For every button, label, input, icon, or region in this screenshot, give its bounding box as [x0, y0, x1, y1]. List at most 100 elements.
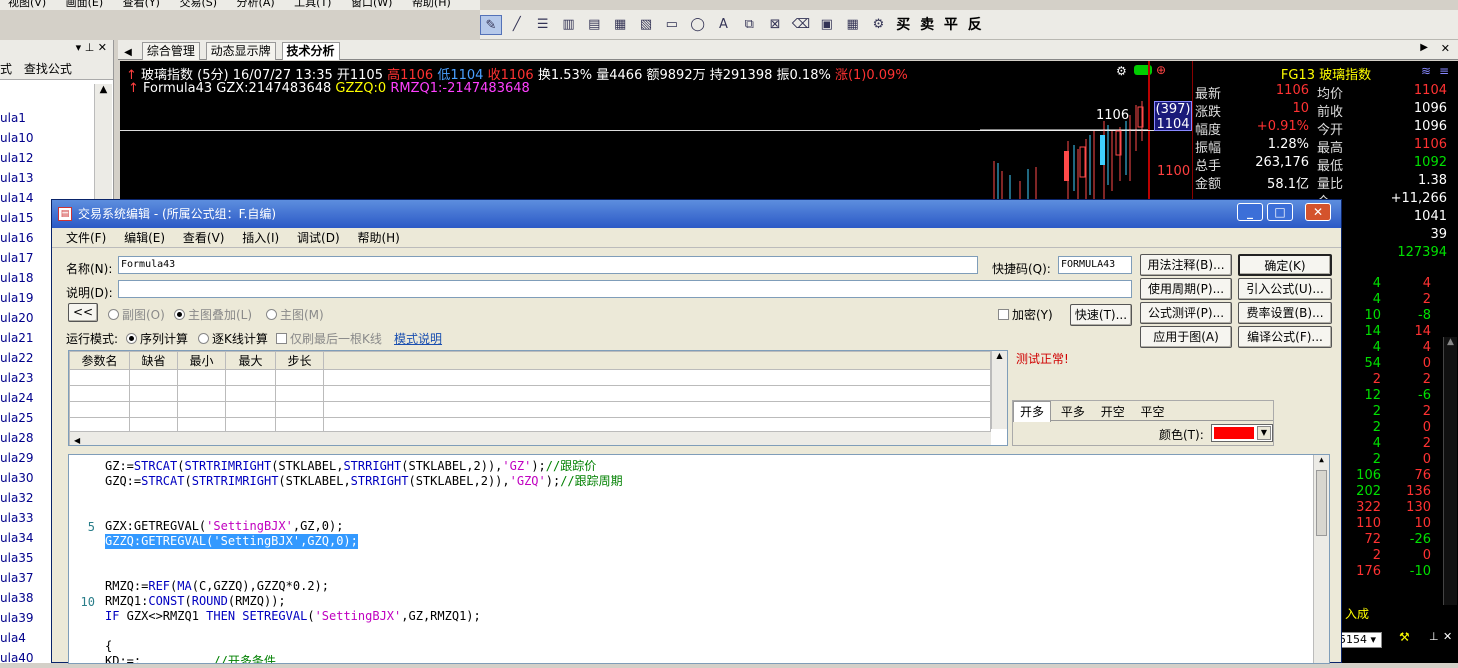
compile-formula-button[interactable]: 编译公式(F)... [1238, 326, 1332, 348]
fee-settings-button[interactable]: 费率设置(B)... [1238, 302, 1332, 324]
grid-vscroll[interactable]: ▲ [991, 351, 1007, 429]
tab-find-formula[interactable]: 查找公式 [24, 62, 72, 76]
param-row[interactable] [69, 401, 991, 418]
maximize-icon[interactable]: □ [1267, 203, 1293, 221]
pin-small-icon[interactable]: ⊥ [1429, 630, 1439, 643]
chart-tool-icon[interactable]: ⊕ [1156, 63, 1166, 77]
import-formula-button[interactable]: 引入公式(U)... [1238, 278, 1332, 300]
ok-button[interactable]: 确定(K) [1238, 254, 1332, 276]
tab-open-short[interactable]: 开空 [1095, 402, 1131, 422]
circle-icon[interactable]: ◯ [687, 15, 709, 35]
delete-icon[interactable]: ⊠ [764, 15, 786, 35]
code-line[interactable]: GZX:GETREGVAL('SettingBJX',GZ,0); [105, 519, 343, 534]
close-small-icon[interactable]: ✕ [1443, 630, 1452, 643]
param-row[interactable] [69, 369, 991, 386]
tick-scrollbar[interactable]: ▲ [1443, 337, 1457, 605]
tab-dynamic-board[interactable]: 动态显示牌 [205, 42, 276, 60]
grid-hscroll[interactable]: ◀ [69, 431, 991, 445]
mode-tick-radio[interactable]: 逐K线计算 [198, 330, 268, 347]
code-editor[interactable]: ▲ GZ:=STRCAT(STRTRIMRIGHT(STKLABEL,STRRI… [68, 454, 1330, 664]
desc-input[interactable] [118, 280, 1132, 298]
minimize-icon[interactable]: _ [1237, 203, 1263, 221]
menu-trade[interactable]: 交易(S) [179, 0, 217, 9]
line-tool-icon[interactable]: ╱ [506, 15, 528, 35]
code-line[interactable]: RMZQ1:CONST(ROUND(RMZQ)); [105, 594, 286, 609]
code-line[interactable]: RMZQ:=REF(MA(C,GZZQ),GZZQ*0.2); [105, 579, 329, 594]
menu-tools[interactable]: 工具(T) [294, 0, 331, 9]
grid-scroll-left-icon[interactable]: ◀ [74, 436, 80, 445]
param-grid[interactable]: 参数名 缺省 最小 最大 步长 ▲ ◀ [68, 350, 1008, 446]
menu-view[interactable]: 视图(V) [8, 0, 46, 9]
scroll-up-icon[interactable]: ▲ [95, 84, 112, 95]
grid-icon[interactable]: ▦ [609, 15, 631, 35]
code-line[interactable]: { [105, 639, 112, 654]
code-scroll-up-icon[interactable]: ▲ [1314, 455, 1329, 464]
code-line[interactable]: GZQ:=STRCAT(STRTRIMRIGHT(STKLABEL,STRRIG… [105, 474, 623, 489]
mode-sequence-radio[interactable]: 序列计算 [126, 330, 188, 347]
radio-sub-chart[interactable]: 副图(O) [108, 306, 165, 323]
color-select[interactable]: ▼ [1211, 424, 1273, 442]
dialog-menu-edit[interactable]: 编辑(E) [124, 231, 165, 245]
param-row[interactable] [69, 385, 991, 402]
tab-overview[interactable]: 综合管理 [141, 42, 200, 60]
dialog-menu-help[interactable]: 帮助(H) [357, 231, 399, 245]
pin-icon[interactable]: ⊥ [85, 41, 95, 54]
menu-screen[interactable]: 画面(E) [66, 0, 104, 9]
name-input[interactable]: Formula43 [118, 256, 978, 274]
cursor-tool-icon[interactable]: ✎ [480, 15, 502, 35]
close-icon[interactable]: ✕ [98, 41, 107, 54]
color-dropdown-icon[interactable]: ▼ [1257, 426, 1271, 440]
tab-scroll-right-icon[interactable]: ▶ [1420, 42, 1428, 53]
menu-window[interactable]: 窗口(W) [351, 0, 392, 9]
code-vscroll[interactable]: ▲ [1313, 455, 1329, 663]
list-icon[interactable]: ☰ [532, 15, 554, 35]
rect-icon[interactable]: ▭ [661, 15, 683, 35]
hatch-icon[interactable]: ▧ [635, 15, 657, 35]
radio-main-chart[interactable]: 主图(M) [266, 306, 324, 323]
text-tool-icon[interactable]: A [712, 15, 734, 35]
copy-icon[interactable]: ⧉ [738, 15, 760, 35]
formula-eval-button[interactable]: 公式测评(P)... [1140, 302, 1232, 324]
layout-icon[interactable]: ▣ [816, 15, 838, 35]
usage-note-button[interactable]: 用法注释(B)... [1140, 254, 1232, 276]
menu-analysis[interactable]: 分析(A) [237, 0, 275, 9]
use-period-button[interactable]: 使用周期(P)... [1140, 278, 1232, 300]
dialog-menu-insert[interactable]: 插入(I) [242, 231, 279, 245]
tab-scroll-left-icon[interactable]: ◀ [118, 47, 138, 58]
fib-icon[interactable]: ▤ [583, 15, 605, 35]
tab-open-long[interactable]: 开多 [1013, 401, 1052, 422]
radio-overlay[interactable]: 主图叠加(L) [174, 306, 252, 323]
tick-scroll-up-icon[interactable]: ▲ [1444, 337, 1457, 347]
tool-icon[interactable]: ⚒ [1399, 630, 1410, 644]
close-position-button[interactable]: 平 [944, 15, 958, 35]
collapse-button[interactable]: << [68, 303, 98, 322]
bars-icon[interactable]: ▥ [557, 15, 579, 35]
mode-help-link[interactable]: 模式说明 [394, 330, 442, 347]
code-line[interactable]: IF GZX<>RMZQ1 THEN SETREGVAL('SettingBJX… [105, 609, 481, 624]
menu-look[interactable]: 查看(Y) [123, 0, 160, 9]
code-scroll-thumb[interactable] [1316, 470, 1327, 536]
code-line[interactable]: GZ:=STRCAT(STRTRIMRIGHT(STKLABEL,STRRIGH… [105, 459, 596, 474]
encrypt-checkbox[interactable]: 加密(Y) [998, 306, 1053, 323]
buy-button[interactable]: 买 [896, 15, 910, 35]
dialog-menu-view[interactable]: 查看(V) [183, 231, 225, 245]
quote-setting-icon[interactable]: ≡ [1439, 64, 1449, 78]
tab-close-short[interactable]: 平空 [1135, 402, 1171, 422]
fast-button[interactable]: 快速(T)... [1070, 304, 1132, 326]
last-bar-checkbox[interactable]: 仅刷最后一根K线 [276, 330, 382, 347]
tab-close-icon[interactable]: ✕ [1441, 42, 1450, 55]
close-window-icon[interactable]: ✕ [1305, 203, 1331, 221]
grid-scroll-up-icon[interactable]: ▲ [992, 351, 1007, 360]
chart-gear-icon[interactable]: ⚙ [1116, 64, 1127, 78]
eraser-icon[interactable]: ⌫ [790, 15, 812, 35]
dialog-menu-debug[interactable]: 调试(D) [297, 231, 340, 245]
tab-close-long[interactable]: 平多 [1055, 402, 1091, 422]
settings-icon[interactable]: ⚙ [867, 15, 889, 35]
code-line[interactable]: GZZQ:GETREGVAL('SettingBJX',GZQ,0); [105, 534, 358, 549]
quote-menu-icon[interactable]: ≋ [1421, 64, 1431, 78]
shortcut-input[interactable]: FORMULA43 [1058, 256, 1132, 274]
table-icon[interactable]: ▦ [842, 15, 864, 35]
quote-period-select[interactable]: 5154 ▾ [1338, 632, 1382, 648]
menu-help[interactable]: 帮助(H) [412, 0, 451, 9]
tab-technical-analysis[interactable]: 技术分析 [281, 42, 340, 60]
